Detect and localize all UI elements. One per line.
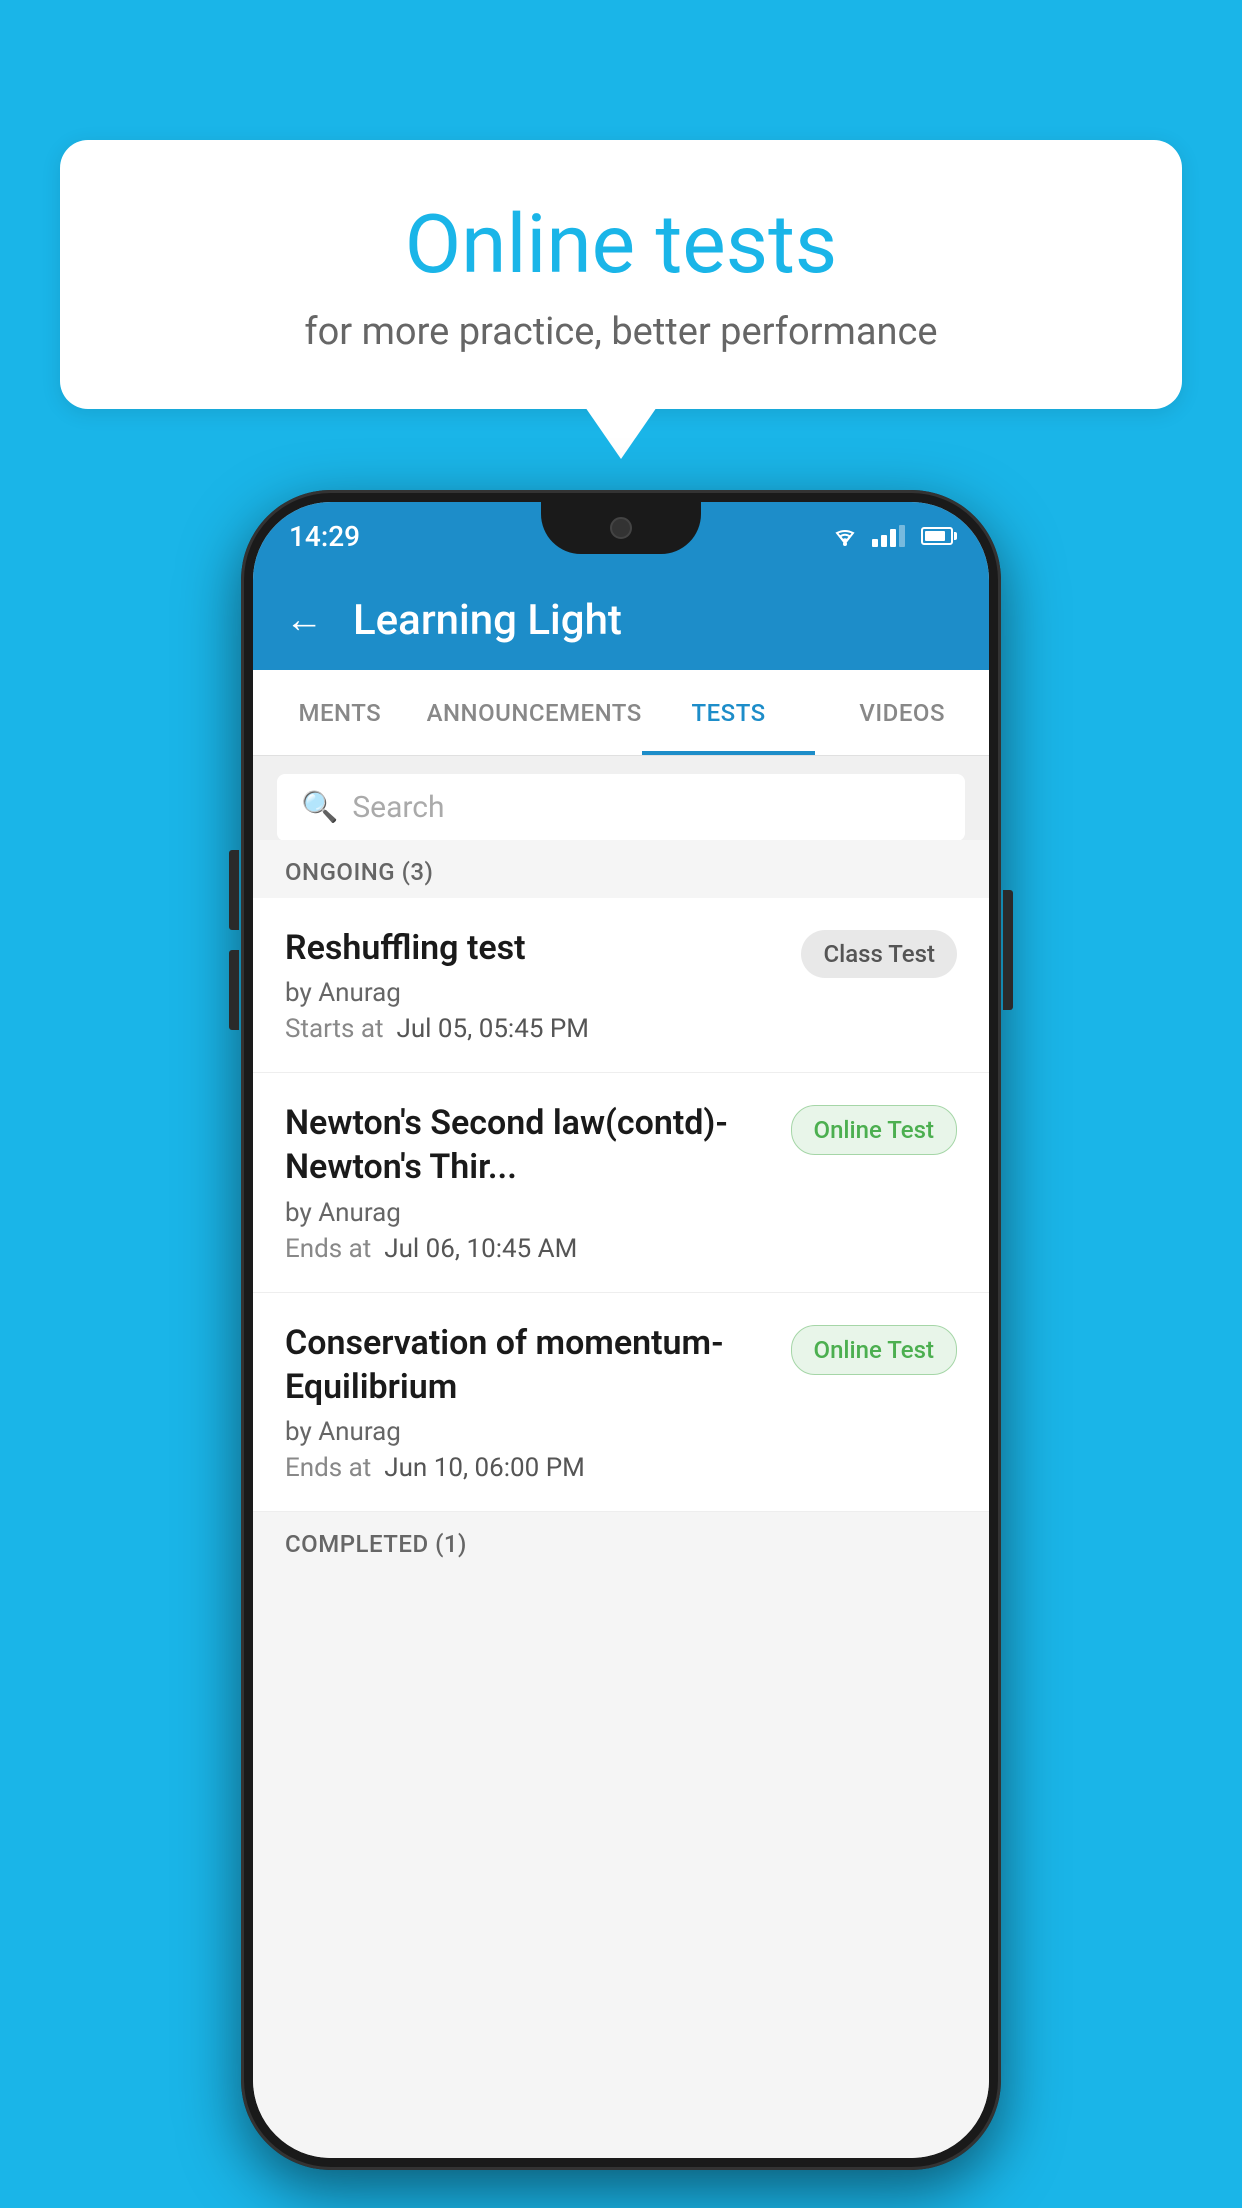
side-button-left1 bbox=[229, 850, 239, 930]
phone-screen: 14:29 bbox=[253, 502, 989, 2158]
date-label: Starts at bbox=[285, 1014, 384, 1044]
tab-videos[interactable]: VIDEOS bbox=[815, 670, 989, 755]
date-value: Jun 10, 06:00 PM bbox=[384, 1453, 585, 1483]
status-icons bbox=[830, 525, 953, 547]
content-area: ONGOING (3) Reshuffling test by Anurag S… bbox=[253, 840, 989, 2158]
speech-bubble-container: Online tests for more practice, better p… bbox=[60, 140, 1182, 409]
test-info: Reshuffling test by Anurag Starts at Jul… bbox=[285, 926, 785, 1044]
test-date: Ends at Jun 10, 06:00 PM bbox=[285, 1453, 775, 1483]
test-info: Newton's Second law(contd)-Newton's Thir… bbox=[285, 1101, 775, 1263]
test-item[interactable]: Newton's Second law(contd)-Newton's Thir… bbox=[253, 1073, 989, 1292]
test-date: Ends at Jul 06, 10:45 AM bbox=[285, 1234, 775, 1264]
wifi-icon bbox=[830, 525, 860, 547]
back-button[interactable]: ← bbox=[285, 598, 323, 642]
tab-announcements[interactable]: ANNOUNCEMENTS bbox=[427, 670, 642, 755]
side-button-right bbox=[1003, 890, 1013, 1010]
tab-tests[interactable]: TESTS bbox=[642, 670, 816, 755]
date-value: Jul 06, 10:45 AM bbox=[384, 1234, 577, 1264]
app-header: ← Learning Light bbox=[253, 570, 989, 670]
app-title: Learning Light bbox=[353, 596, 622, 645]
test-item[interactable]: Conservation of momentum-Equilibrium by … bbox=[253, 1293, 989, 1512]
completed-section-header: COMPLETED (1) bbox=[253, 1512, 989, 1570]
date-label: Ends at bbox=[285, 1234, 371, 1264]
signal-bars-icon bbox=[872, 525, 905, 547]
test-name: Newton's Second law(contd)-Newton's Thir… bbox=[285, 1101, 775, 1189]
search-placeholder: Search bbox=[352, 790, 444, 825]
status-time: 14:29 bbox=[289, 520, 360, 553]
bubble-title: Online tests bbox=[140, 200, 1102, 290]
notch-camera bbox=[610, 517, 632, 539]
badge-online-test: Online Test bbox=[791, 1105, 957, 1155]
tabs-container: MENTS ANNOUNCEMENTS TESTS VIDEOS bbox=[253, 670, 989, 756]
test-name: Reshuffling test bbox=[285, 926, 785, 970]
badge-class-test: Class Test bbox=[801, 930, 957, 978]
speech-bubble: Online tests for more practice, better p… bbox=[60, 140, 1182, 409]
tab-ments[interactable]: MENTS bbox=[253, 670, 427, 755]
date-label: Ends at bbox=[285, 1453, 371, 1483]
test-name: Conservation of momentum-Equilibrium bbox=[285, 1321, 775, 1409]
test-by: by Anurag bbox=[285, 1417, 775, 1447]
bubble-subtitle: for more practice, better performance bbox=[140, 310, 1102, 354]
notch bbox=[541, 502, 701, 554]
test-by: by Anurag bbox=[285, 1198, 775, 1228]
date-value: Jul 05, 05:45 PM bbox=[396, 1014, 589, 1044]
test-item[interactable]: Reshuffling test by Anurag Starts at Jul… bbox=[253, 898, 989, 1073]
test-date: Starts at Jul 05, 05:45 PM bbox=[285, 1014, 785, 1044]
test-by: by Anurag bbox=[285, 978, 785, 1008]
side-button-left2 bbox=[229, 950, 239, 1030]
battery-icon bbox=[921, 527, 953, 545]
search-icon: 🔍 bbox=[301, 790, 338, 825]
search-bar[interactable]: 🔍 Search bbox=[277, 774, 965, 841]
badge-online-test-2: Online Test bbox=[791, 1325, 957, 1375]
phone-container: 14:29 bbox=[241, 490, 1001, 2170]
test-info: Conservation of momentum-Equilibrium by … bbox=[285, 1321, 775, 1483]
ongoing-section-header: ONGOING (3) bbox=[253, 840, 989, 898]
